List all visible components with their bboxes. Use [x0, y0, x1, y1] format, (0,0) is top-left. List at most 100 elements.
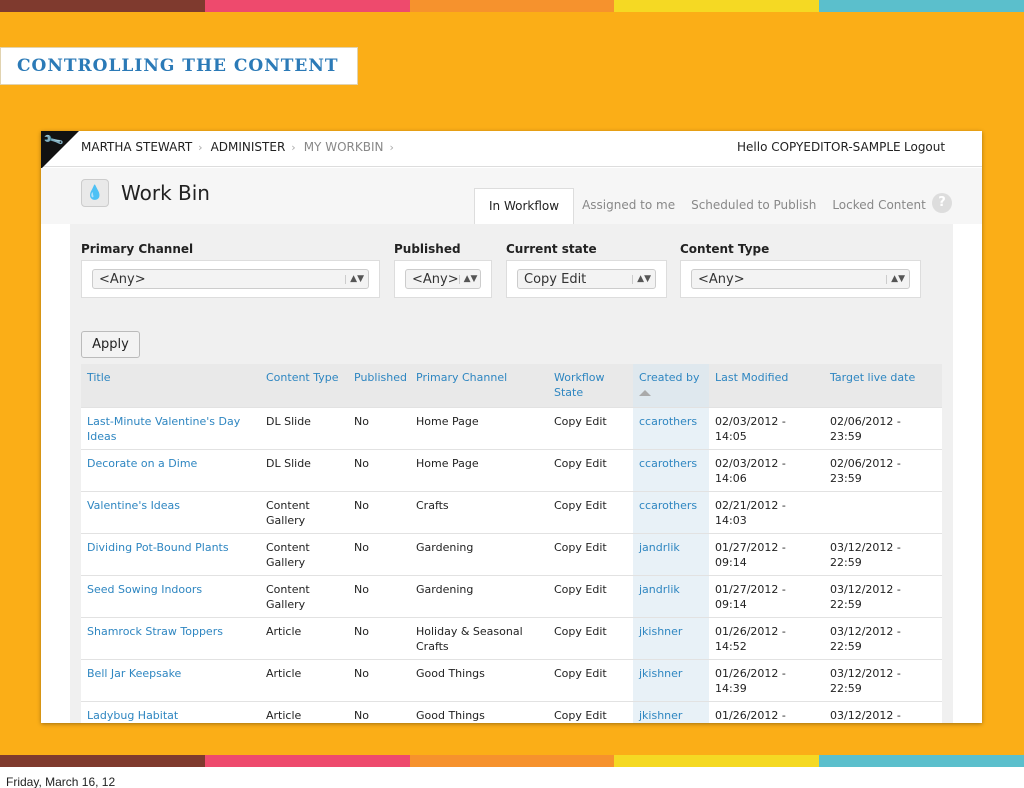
- row-content-type: Article: [260, 700, 348, 723]
- row-workflow-state: Copy Edit: [548, 448, 633, 491]
- table-row: Bell Jar Keepsake Article No Good Things Cop…: [81, 658, 942, 701]
- row-created-by-link[interactable]: ccarothers: [633, 490, 709, 533]
- workbin-tabs: In Workflow Assigned to me Scheduled to …: [474, 188, 934, 225]
- row-primary-channel: Home Page: [410, 448, 548, 491]
- select-arrows-icon: ▲▼: [632, 274, 651, 284]
- help-icon[interactable]: ?: [932, 193, 952, 213]
- row-created-by-link[interactable]: jkishner: [633, 616, 709, 659]
- current-state-select[interactable]: Copy Edit ▲▼: [517, 269, 656, 289]
- row-last-modified: 02/03/2012 - 14:05: [709, 406, 824, 449]
- row-title-link[interactable]: Bell Jar Keepsake: [81, 658, 260, 701]
- top-color-stripes: [0, 0, 1024, 12]
- row-content-type: Content Gallery: [260, 574, 348, 617]
- slide-background: CONTROLLING THE CONTENT 🔧 MARTHA STEWART…: [0, 12, 1024, 755]
- content-type-select[interactable]: <Any> ▲▼: [691, 269, 910, 289]
- row-title-link[interactable]: Valentine's Ideas: [81, 490, 260, 533]
- filter-label: Published: [394, 242, 461, 256]
- slide-title: CONTROLLING THE CONTENT: [17, 56, 339, 76]
- column-last-modified[interactable]: Last Modified: [709, 364, 824, 407]
- breadcrumb-home[interactable]: MARTHA STEWART: [81, 140, 192, 154]
- row-created-by-link[interactable]: ccarothers: [633, 406, 709, 449]
- drop-icon: 💧: [81, 179, 109, 207]
- select-arrows-icon: ▲▼: [458, 274, 477, 284]
- row-last-modified: 01/27/2012 - 09:14: [709, 532, 824, 575]
- row-target-live-date: [824, 490, 942, 533]
- select-arrows-icon: ▲▼: [886, 274, 905, 284]
- table-row: Last-Minute Valentine's Day Ideas DL Slid…: [81, 406, 942, 449]
- row-last-modified: 01/26/2012 -: [709, 700, 824, 723]
- tab-scheduled-to-publish[interactable]: Scheduled to Publish: [683, 188, 824, 225]
- workbin-table: Title Content Type Published Primary Cha…: [81, 364, 942, 723]
- filter-label: Current state: [506, 242, 597, 256]
- column-primary-channel[interactable]: Primary Channel: [410, 364, 548, 407]
- row-published: No: [348, 406, 410, 449]
- apply-button[interactable]: Apply: [81, 331, 140, 358]
- sort-ascending-icon: [639, 390, 651, 396]
- row-published: No: [348, 532, 410, 575]
- row-title-link[interactable]: Ladybug Habitat: [81, 700, 260, 723]
- row-primary-channel: Holiday & Seasonal Crafts: [410, 616, 548, 659]
- row-title-link[interactable]: Dividing Pot-Bound Plants: [81, 532, 260, 575]
- row-content-type: Article: [260, 616, 348, 659]
- row-content-type: Content Gallery: [260, 532, 348, 575]
- row-published: No: [348, 616, 410, 659]
- row-created-by-link[interactable]: jkishner: [633, 658, 709, 701]
- breadcrumb-administer[interactable]: ADMINISTER: [211, 140, 286, 154]
- admin-topbar: 🔧 MARTHA STEWART › ADMINISTER › MY WORKBIN…: [41, 131, 982, 169]
- column-published[interactable]: Published: [348, 364, 410, 407]
- logout-link[interactable]: Logout: [904, 140, 945, 154]
- breadcrumb: MARTHA STEWART › ADMINISTER › MY WORKBIN ›: [81, 140, 402, 154]
- tab-locked-content[interactable]: Locked Content: [824, 188, 933, 225]
- main-content: Primary Channel <Any> ▲▼ Published <Any> ▲…: [70, 224, 953, 723]
- table-row: Valentine's Ideas Content Gallery No Crafts…: [81, 490, 942, 533]
- filter-primary-channel: Primary Channel <Any> ▲▼: [81, 242, 380, 298]
- row-last-modified: 01/27/2012 - 09:14: [709, 574, 824, 617]
- filter-label: Primary Channel: [81, 242, 194, 256]
- table-row: Shamrock Straw Toppers Article No Holiday &…: [81, 616, 942, 659]
- published-select[interactable]: <Any> ▲▼: [405, 269, 481, 289]
- row-content-type: Content Gallery: [260, 490, 348, 533]
- tab-assigned-to-me[interactable]: Assigned to me: [574, 188, 683, 225]
- tab-in-workflow[interactable]: In Workflow: [474, 188, 575, 225]
- row-created-by-link[interactable]: jandrlik: [633, 532, 709, 575]
- row-target-live-date: 02/06/2012 - 23:59: [824, 406, 942, 449]
- row-title-link[interactable]: Decorate on a Dime: [81, 448, 260, 491]
- chevron-right-icon: ›: [291, 140, 296, 154]
- column-target-live-date[interactable]: Target live date: [824, 364, 942, 407]
- user-greeting: Hello COPYEDITOR-SAMPLE: [737, 140, 901, 154]
- row-primary-channel: Home Page: [410, 406, 548, 449]
- filter-current-state: Current state Copy Edit ▲▼: [506, 242, 667, 298]
- primary-channel-select[interactable]: <Any> ▲▼: [92, 269, 369, 289]
- row-published: No: [348, 574, 410, 617]
- select-arrows-icon: ▲▼: [345, 274, 364, 284]
- row-workflow-state: Copy Edit: [548, 616, 633, 659]
- row-primary-channel: Crafts: [410, 490, 548, 533]
- row-title-link[interactable]: Last-Minute Valentine's Day Ideas: [81, 406, 260, 449]
- column-content-type[interactable]: Content Type: [260, 364, 348, 407]
- column-title[interactable]: Title: [81, 364, 260, 407]
- column-workflow-state[interactable]: Workflow State: [548, 364, 633, 407]
- table-row: Seed Sowing Indoors Content Gallery No Gard…: [81, 574, 942, 617]
- row-target-live-date: 03/12/2012 - 22:59: [824, 532, 942, 575]
- row-target-live-date: 02/06/2012 - 23:59: [824, 448, 942, 491]
- chevron-right-icon: ›: [198, 140, 203, 154]
- row-workflow-state: Copy Edit: [548, 406, 633, 449]
- table-header-row: Title Content Type Published Primary Cha…: [81, 364, 942, 407]
- row-created-by-link[interactable]: ccarothers: [633, 448, 709, 491]
- table-row: Dividing Pot-Bound Plants Content Gallery…: [81, 532, 942, 575]
- row-primary-channel: Good Things: [410, 700, 548, 723]
- table-row: Ladybug Habitat Article No Good Things Copy …: [81, 700, 942, 723]
- row-last-modified: 01/26/2012 - 14:39: [709, 658, 824, 701]
- row-primary-channel: Gardening: [410, 532, 548, 575]
- table-row: Decorate on a Dime DL Slide No Home Page Cop…: [81, 448, 942, 491]
- row-content-type: Article: [260, 658, 348, 701]
- row-created-by-link[interactable]: jandrlik: [633, 574, 709, 617]
- row-content-type: DL Slide: [260, 406, 348, 449]
- row-title-link[interactable]: Seed Sowing Indoors: [81, 574, 260, 617]
- row-title-link[interactable]: Shamrock Straw Toppers: [81, 616, 260, 659]
- column-created-by[interactable]: Created by: [633, 364, 709, 407]
- slide-date: Friday, March 16, 12: [6, 775, 116, 788]
- breadcrumb-workbin[interactable]: MY WORKBIN: [304, 140, 384, 154]
- bottom-color-stripes: [0, 755, 1024, 767]
- row-created-by-link[interactable]: jkishner: [633, 700, 709, 723]
